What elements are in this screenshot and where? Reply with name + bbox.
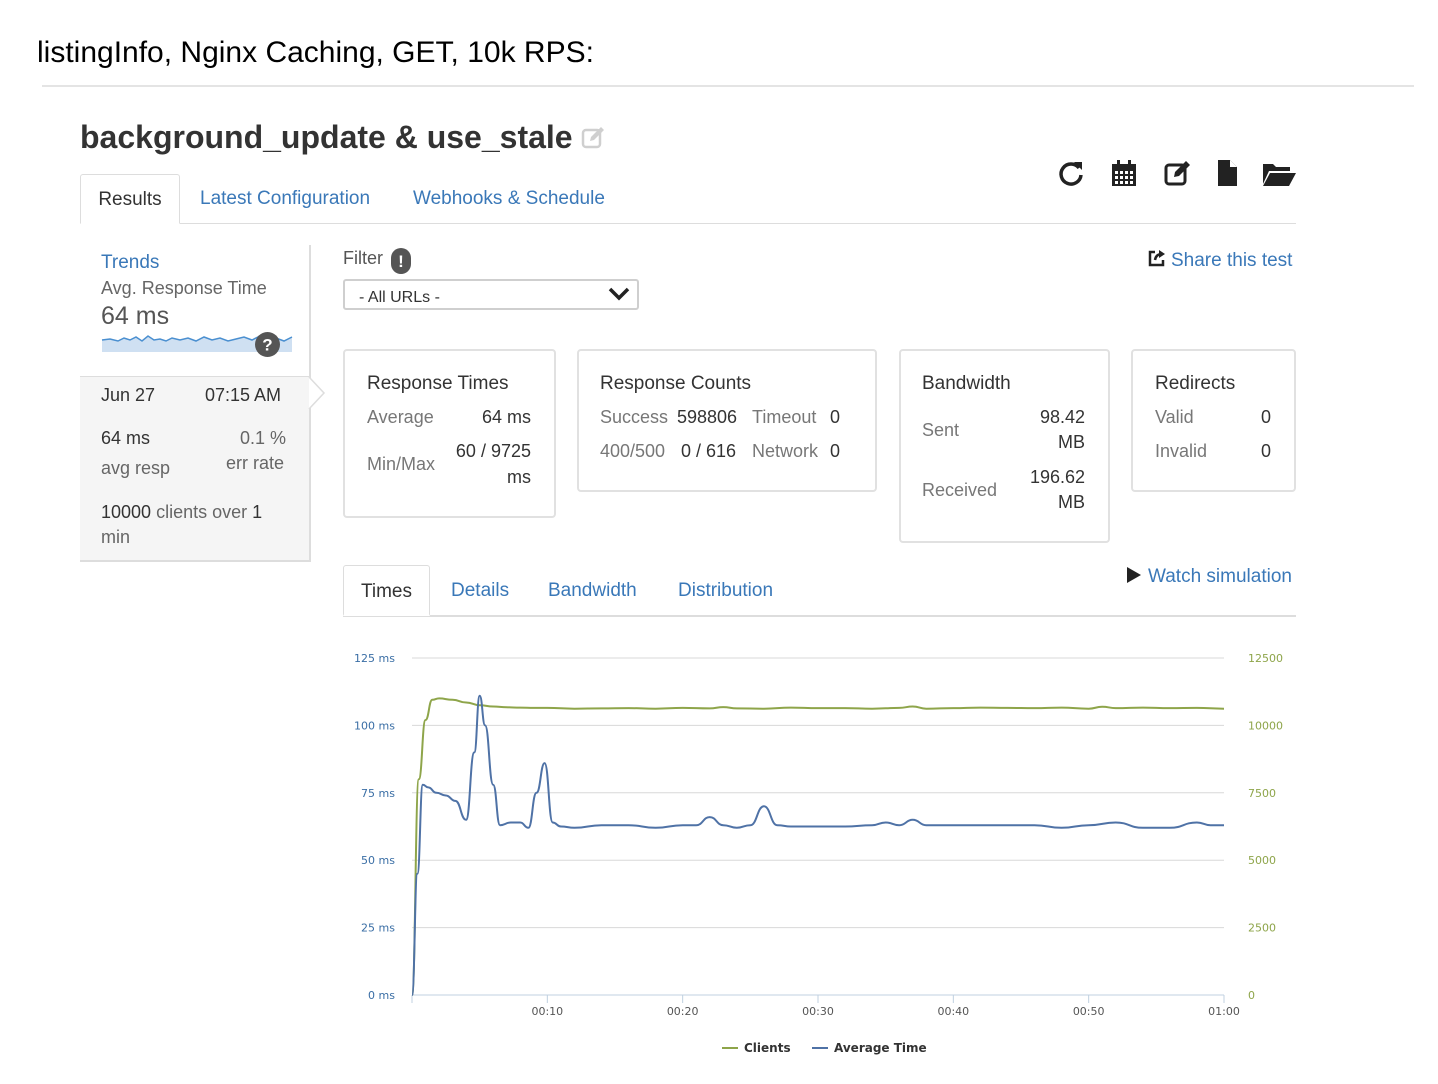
y-right-tick-label: 10000	[1248, 719, 1283, 732]
network-label: Network	[752, 441, 819, 461]
run-avg-value: 64 ms	[101, 428, 151, 448]
valid-value: 0	[1260, 407, 1271, 427]
run-date: Jun 27	[101, 385, 156, 405]
watch-label: Watch simulation	[1148, 566, 1292, 587]
run-clients-text: clients over	[156, 502, 248, 522]
card-title: Bandwidth	[922, 373, 1011, 394]
network-value: 0	[830, 441, 841, 461]
response-time-chart: 0 ms 0 25 ms 2500 50 ms 5000 75 ms 7500 100 ms 10…	[354, 652, 1283, 1055]
x-tick-label: 00:50	[1073, 1005, 1105, 1018]
refresh-icon[interactable]	[1056, 158, 1086, 188]
minmax-value: 60 / 9725	[455, 441, 531, 461]
error-label: 400/500	[600, 441, 666, 461]
invalid-label: Invalid	[1155, 441, 1208, 461]
x-tick-label: 00:40	[937, 1005, 969, 1018]
average-value: 64 ms	[481, 407, 531, 427]
valid-label: Valid	[1155, 407, 1194, 427]
bandwidth-card: Bandwidth Sent 98.42 MB Received 196.62 …	[899, 349, 1110, 543]
y-left-tick-label: 75 ms	[361, 787, 395, 800]
y-right-tick-label: 2500	[1248, 922, 1276, 935]
tab-results[interactable]: Results	[80, 174, 180, 224]
divider	[42, 85, 1414, 87]
selected-run-pointer	[308, 376, 326, 410]
run-clients: 10000 clients over 1	[101, 502, 262, 523]
legend-label: Average Time	[834, 1041, 927, 1055]
timeout-label: Timeout	[752, 407, 817, 427]
x-tick-label: 00:30	[802, 1005, 834, 1018]
y-left-tick-label: 100 ms	[354, 719, 395, 732]
share-test-link[interactable]: Share this test	[1147, 248, 1292, 272]
selected-run[interactable]: Jun 27 07:15 AM 64 ms avg resp 0.1 % err…	[80, 376, 309, 560]
run-clients-duration: 1	[252, 502, 263, 522]
run-clients-unit: min	[101, 527, 131, 547]
trends-link[interactable]: Trends	[101, 252, 159, 274]
average-label: Average	[367, 407, 434, 427]
y-left-tick-label: 0 ms	[368, 989, 395, 1002]
card-title: Response Times	[367, 373, 509, 394]
x-tick-label: 01:00	[1208, 1005, 1240, 1018]
info-glyph: !	[398, 252, 404, 271]
success-label: Success	[600, 407, 669, 427]
tab-times[interactable]: Times	[343, 565, 430, 616]
minmax-label: Min/Max	[367, 454, 436, 474]
received-label: Received	[922, 480, 998, 500]
help-glyph: ?	[262, 336, 272, 355]
tab-distribution[interactable]: Distribution	[678, 565, 773, 616]
file-icon[interactable]	[1212, 158, 1242, 188]
filter-label: Filter	[343, 248, 383, 268]
watch-simulation-link[interactable]: Watch simulation	[1126, 566, 1292, 588]
success-value: 598806	[677, 407, 738, 427]
run-clients-count: 10000	[101, 502, 152, 522]
y-right-tick-label: 7500	[1248, 787, 1276, 800]
chevron-down-icon	[608, 287, 630, 301]
edit-icon[interactable]	[1163, 158, 1193, 188]
info-icon[interactable]: !	[391, 248, 411, 274]
card-title: Response Counts	[600, 373, 752, 394]
legend-label: Clients	[744, 1041, 791, 1055]
run-err-value: 0.1 %	[240, 428, 287, 448]
sent-value: 98.42	[1039, 407, 1085, 427]
run-err-label: err rate	[226, 453, 285, 473]
y-right-tick-label: 5000	[1248, 854, 1276, 867]
minmax-unit: ms	[507, 467, 531, 487]
tab-webhooks-schedule[interactable]: Webhooks & Schedule	[413, 174, 605, 224]
y-left-tick-label: 125 ms	[354, 652, 395, 665]
folder-open-icon[interactable]	[1262, 158, 1296, 188]
trends-metric-label: Avg. Response Time	[101, 278, 267, 298]
response-counts-card: Response Counts Success 598806 Timeout 0…	[577, 349, 877, 492]
url-filter-select[interactable]: - All URLs -	[343, 279, 639, 310]
invalid-value: 0	[1260, 441, 1271, 461]
received-unit: MB	[1058, 492, 1085, 512]
run-avg-label: avg resp	[101, 458, 171, 478]
tab-latest-configuration[interactable]: Latest Configuration	[200, 174, 370, 224]
tab-bandwidth[interactable]: Bandwidth	[548, 565, 637, 616]
series-line-clients	[411, 697, 1225, 996]
x-tick-label: 00:20	[667, 1005, 699, 1018]
timeout-value: 0	[830, 407, 841, 427]
share-icon	[1148, 250, 1165, 267]
series-line-average-time	[411, 694, 1224, 996]
response-times-card: Response Times Average 64 ms Min/Max 60 …	[343, 349, 556, 518]
received-value: 196.62	[1029, 467, 1085, 487]
y-left-tick-label: 25 ms	[361, 922, 395, 935]
sent-label: Sent	[922, 420, 960, 440]
x-tick-label: 00:10	[531, 1005, 563, 1018]
y-right-tick-label: 0	[1248, 989, 1255, 1002]
error-value: 0 / 616	[681, 441, 737, 461]
sent-unit: MB	[1058, 432, 1085, 452]
help-icon[interactable]: ?	[254, 331, 281, 358]
calendar-icon[interactable]	[1109, 158, 1139, 188]
redirects-card: Redirects Valid 0 Invalid 0	[1131, 349, 1296, 492]
play-icon	[1127, 567, 1141, 583]
y-left-tick-label: 50 ms	[361, 854, 395, 867]
run-time: 07:15 AM	[205, 385, 282, 405]
test-title: background_update & use_stale	[80, 119, 573, 155]
page-caption: listingInfo, Nginx Caching, GET, 10k RPS…	[37, 36, 594, 69]
card-title: Redirects	[1155, 373, 1236, 394]
tab-details[interactable]: Details	[451, 565, 509, 616]
y-right-tick-label: 12500	[1248, 652, 1283, 665]
share-label: Share this test	[1171, 250, 1293, 271]
edit-title-icon[interactable]	[580, 124, 608, 152]
